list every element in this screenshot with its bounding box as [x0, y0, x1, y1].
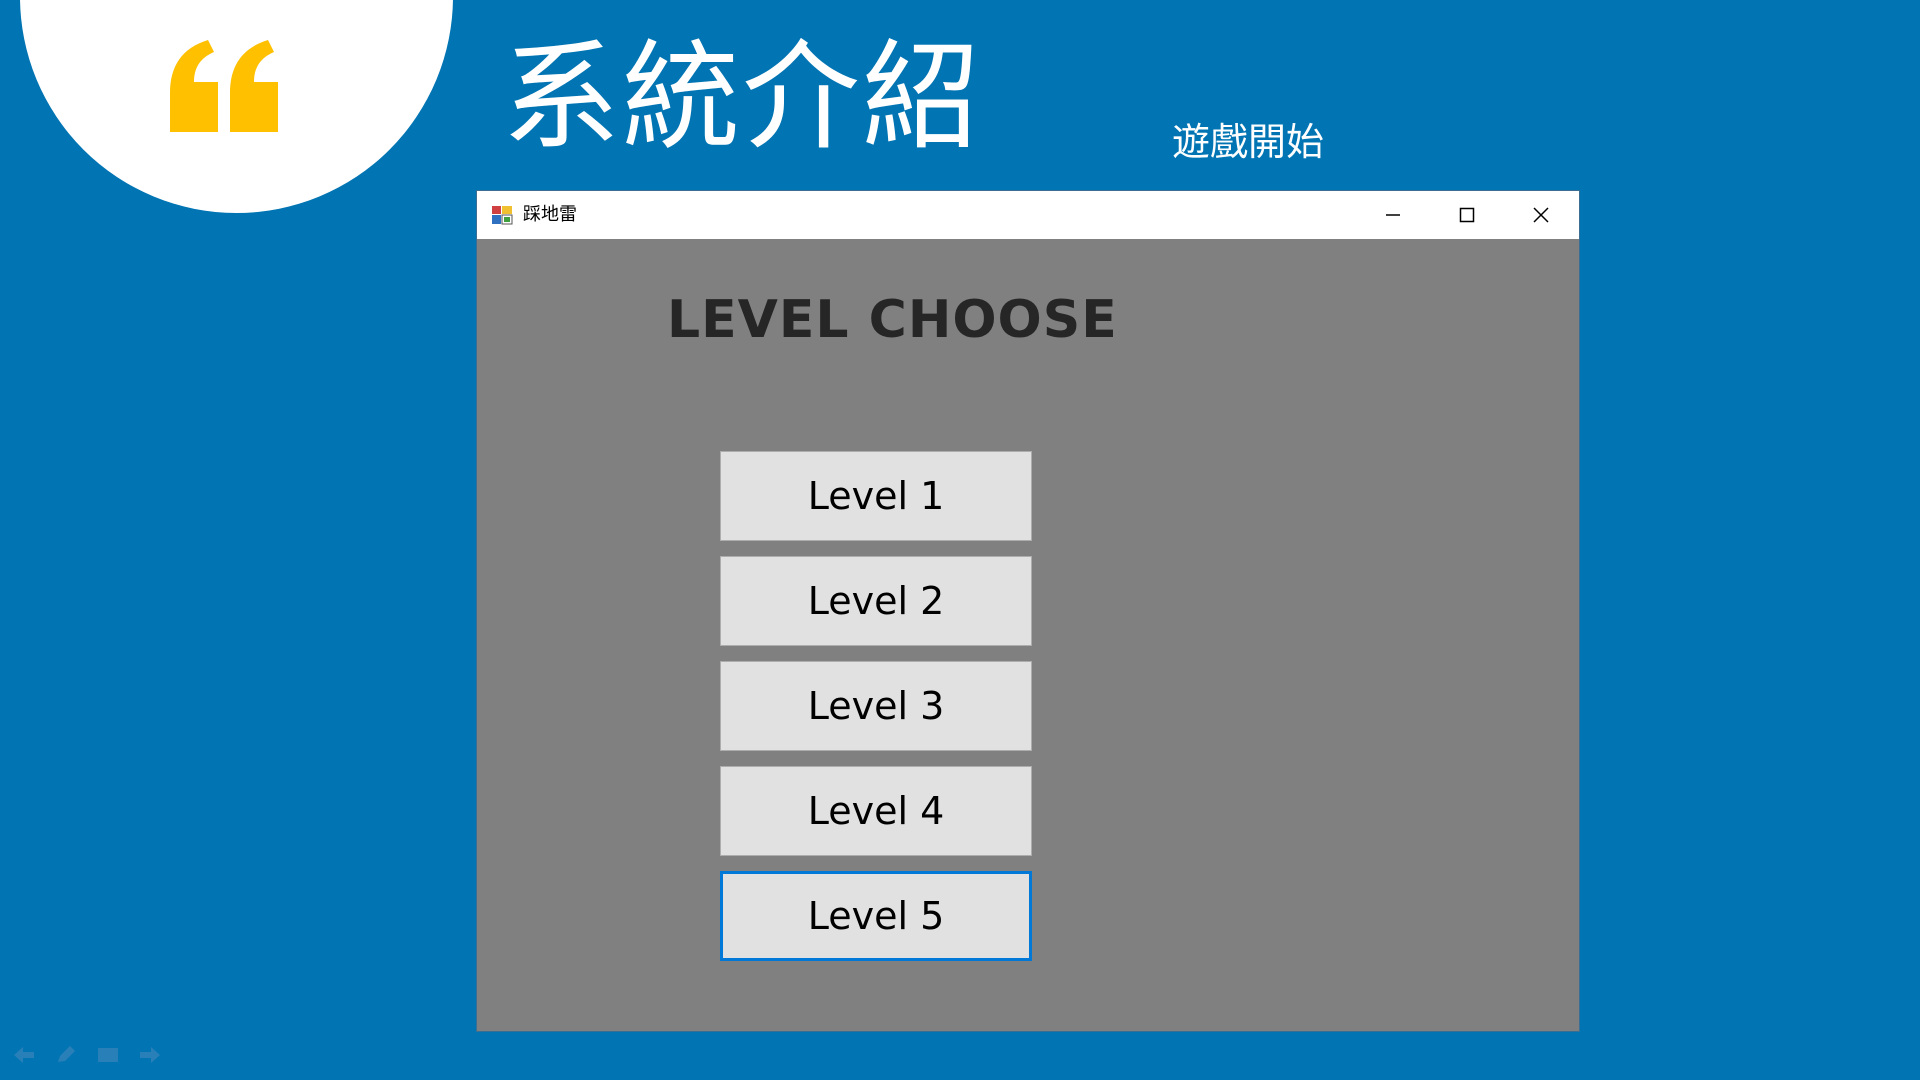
- minesweeper-app-icon: [492, 206, 513, 225]
- level-5-button[interactable]: Level 5: [720, 871, 1032, 961]
- slide-subtitle: 遊戲開始: [1172, 120, 1325, 164]
- level-3-button[interactable]: Level 3: [720, 661, 1032, 751]
- maximize-icon: [1459, 207, 1475, 223]
- next-arrow-icon[interactable]: [136, 1044, 164, 1066]
- level-4-button[interactable]: Level 4: [720, 766, 1032, 856]
- close-button[interactable]: [1505, 191, 1577, 239]
- window-title: 踩地雷: [523, 204, 577, 225]
- window-titlebar[interactable]: 踩地雷: [477, 191, 1579, 239]
- minimize-icon: [1386, 214, 1400, 216]
- left-double-quote-icon: [170, 40, 278, 132]
- maximize-button[interactable]: [1431, 191, 1503, 239]
- close-icon: [1533, 207, 1549, 223]
- app-window: 踩地雷 LEVEL CHOOSE Level 1 Level 2 Level 3…: [476, 190, 1580, 1032]
- slide-title: 系統介紹: [502, 28, 983, 166]
- previous-arrow-icon[interactable]: [10, 1044, 38, 1066]
- minimize-button[interactable]: [1357, 191, 1429, 239]
- slide-menu-icon[interactable]: [94, 1044, 122, 1066]
- pen-icon[interactable]: [52, 1044, 80, 1066]
- level-1-button[interactable]: Level 1: [720, 451, 1032, 541]
- slideshow-toolbar: [10, 1044, 164, 1066]
- level-2-button[interactable]: Level 2: [720, 556, 1032, 646]
- level-choose-heading: LEVEL CHOOSE: [667, 290, 1118, 350]
